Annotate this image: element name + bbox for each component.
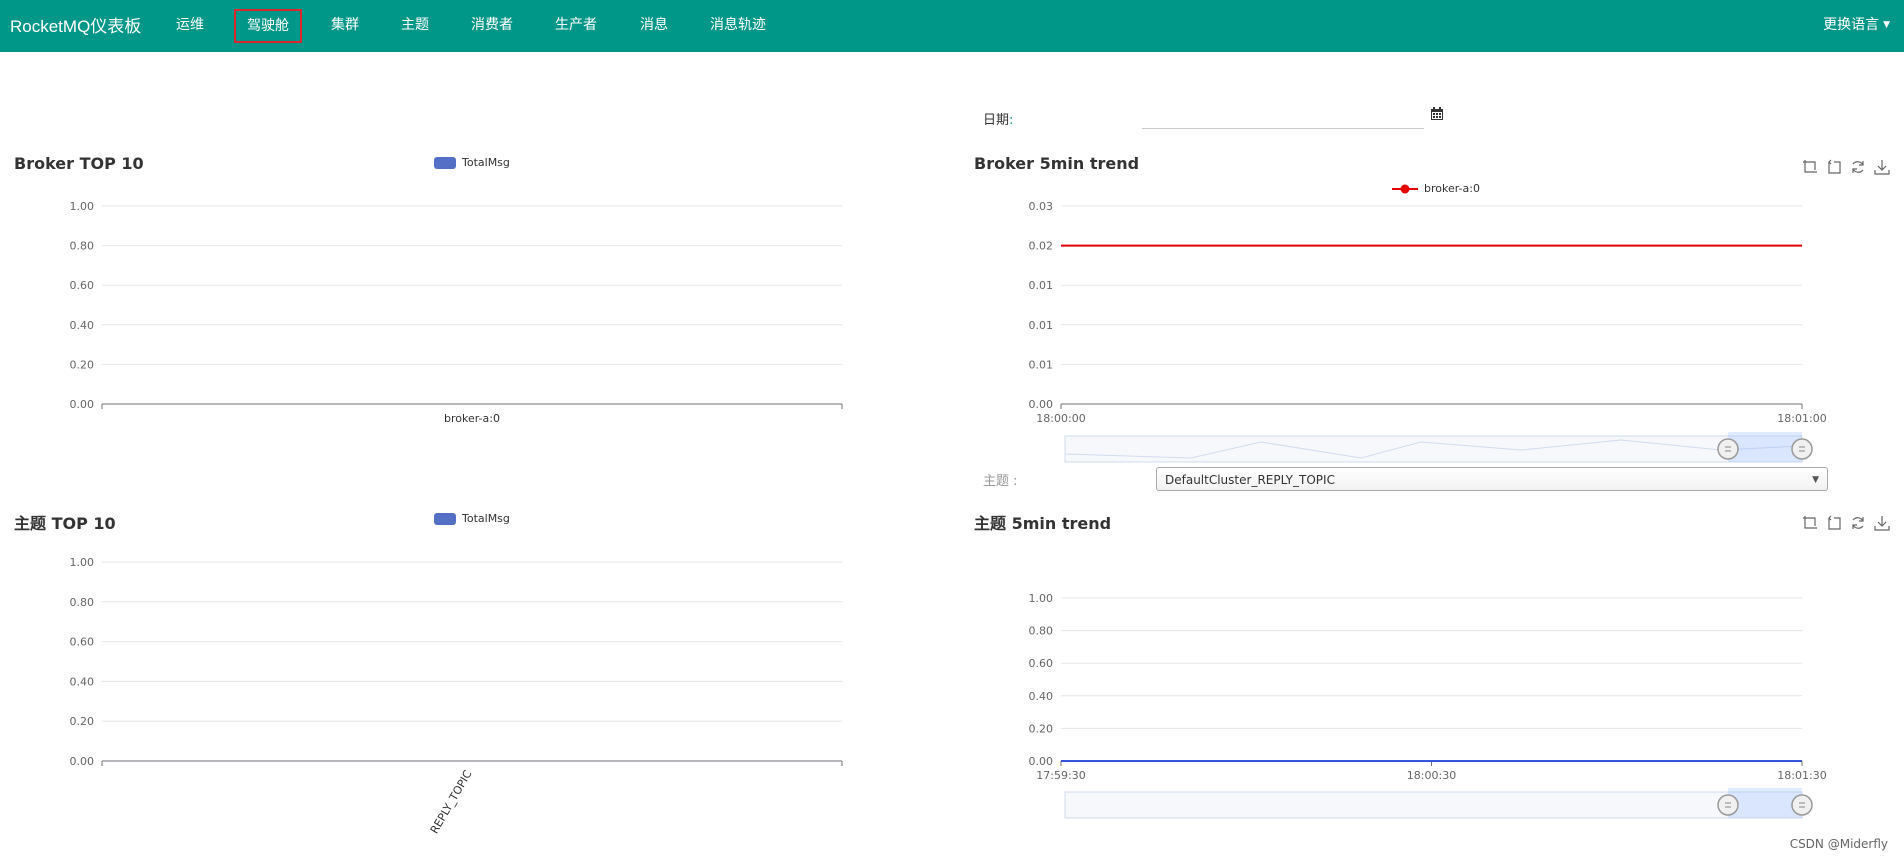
broker-top10-y-tick-label: 0.40	[70, 319, 95, 332]
topic-top10-y-tick-label: 0.60	[70, 636, 95, 649]
topic-top10-y-tick-label: 0.80	[70, 596, 95, 609]
watermark: CSDN @Miderfly	[1789, 837, 1888, 851]
topic-trend-y-tick-label: 0.20	[1029, 722, 1054, 735]
nav-item-ops[interactable]: 运维	[176, 14, 204, 36]
topic-trend-y-tick-label: 0.40	[1029, 690, 1054, 703]
date-label: 日期:	[983, 109, 1013, 128]
language-dropdown[interactable]: 更换语言 ▼	[1823, 14, 1890, 34]
topic-select-value: DefaultCluster_REPLY_TOPIC	[1165, 473, 1335, 487]
save-image-icon[interactable]	[1874, 515, 1890, 531]
x-tick-label: 18:00:00	[1036, 412, 1085, 425]
datazoom-handle-icon	[1791, 438, 1813, 460]
topic-select[interactable]: DefaultCluster_REPLY_TOPIC ▼	[1156, 467, 1828, 491]
chevron-down-icon: ▼	[1812, 475, 1819, 485]
legend-label: TotalMsg	[462, 512, 510, 525]
topic-top10-y-tick-label: 0.20	[70, 715, 95, 728]
topic-trend-chart: 0.00 0.20 0.40 0.60 0.80 1.00 17:59:30 18:00:30…	[1029, 592, 1827, 819]
topic-top10-y-tick-label: 0.00	[70, 755, 95, 768]
broker-trend-y-tick-label: 0.01	[1029, 358, 1054, 371]
topic-label-text: 主题	[983, 474, 1010, 489]
broker-trend-title: Broker 5min trend	[974, 154, 1140, 173]
legend-label: TotalMsg	[462, 156, 510, 169]
topic-top10-y-tick-label: 0.40	[70, 675, 95, 688]
topic-top10-legend[interactable]: TotalMsg	[434, 512, 510, 525]
language-label: 更换语言	[1823, 17, 1880, 33]
topic-top10-title: 主题 TOP 10	[14, 514, 116, 533]
zoom-reset-icon[interactable]	[1826, 515, 1842, 531]
date-label-colon: :	[1009, 113, 1014, 128]
datazoom-handle-icon	[1717, 794, 1739, 816]
broker-trend-chart: 0.00 0.01 0.01 0.01 0.02 0.03 18:00:00 18:01:00	[1029, 200, 1827, 463]
topic-trend-y-tick-label: 1.00	[1029, 592, 1054, 605]
legend-swatch	[434, 156, 456, 169]
broker-top10-y-tick-label: 1.00	[70, 200, 95, 213]
brand-title[interactable]: RocketMQ仪表板	[10, 12, 141, 37]
restore-icon[interactable]	[1850, 159, 1866, 175]
x-tick-label: 18:01:00	[1777, 412, 1826, 425]
broker-top10-legend[interactable]: TotalMsg	[434, 156, 510, 169]
topic-trend-title: 主题 5min trend	[974, 514, 1112, 533]
nav-item-topic[interactable]: 主题	[401, 14, 429, 36]
broker-trend-y-tick-label: 0.03	[1029, 200, 1054, 213]
topic-trend-y-tick-label: 0.60	[1029, 657, 1054, 670]
datazoom-track	[1064, 435, 1803, 463]
topic-trend-y-tick-label: 0.00	[1029, 755, 1054, 768]
x-tick-label: 17:59:30	[1036, 769, 1085, 782]
top-navbar: RocketMQ仪表板 运维 驾驶舱 集群 主题 消费者 生产者 消息 消息轨迹…	[0, 0, 1904, 52]
broker-trend-y-tick-label: 0.00	[1029, 398, 1054, 411]
broker-top10-y-tick-label: 0.20	[70, 358, 95, 371]
date-label-text: 日期	[983, 113, 1010, 128]
broker-trend-y-tick-label: 0.01	[1029, 279, 1054, 292]
nav-item-message[interactable]: 消息	[640, 14, 668, 36]
broker-top10-y-tick-label: 0.80	[70, 240, 95, 253]
broker-top10-y-tick-label: 0.00	[70, 398, 95, 411]
topic-label-colon: :	[1013, 474, 1018, 489]
topic-top10-y-tick-label: 1.00	[70, 556, 95, 569]
date-input[interactable]	[1142, 104, 1424, 129]
x-tick-label: 18:01:30	[1777, 769, 1826, 782]
calendar-icon[interactable]	[1430, 107, 1444, 121]
x-tick-label: 18:00:30	[1407, 769, 1456, 782]
broker-top10-y-tick-label: 0.60	[70, 279, 95, 292]
nav-item-message-trace[interactable]: 消息轨迹	[710, 14, 766, 36]
broker-trend-y-tick-label: 0.02	[1029, 240, 1054, 253]
caret-down-icon: ▼	[1883, 20, 1890, 30]
nav-item-producer[interactable]: 生产者	[555, 14, 597, 36]
topic-top10-chart: 0.00 0.20 0.40 0.60 0.80 1.00 REPLY_TOPIC	[70, 556, 843, 836]
zoom-icon[interactable]	[1802, 159, 1818, 175]
zoom-reset-icon[interactable]	[1826, 159, 1842, 175]
datazoom-track	[1064, 791, 1803, 819]
x-category-label: broker-a:0	[444, 412, 500, 425]
topic-trend-y-tick-label: 0.80	[1029, 625, 1054, 638]
topic-filter-label: 主题 :	[983, 470, 1018, 489]
broker-top10-title: Broker TOP 10	[14, 154, 144, 173]
nav-item-dashboard[interactable]: 驾驶舱	[234, 9, 302, 43]
nav-item-consumer[interactable]: 消费者	[471, 14, 513, 36]
datazoom-handle-icon	[1791, 794, 1813, 816]
broker-trend-y-tick-label: 0.01	[1029, 319, 1054, 332]
restore-icon[interactable]	[1850, 515, 1866, 531]
broker-top10-chart: 0.00 0.20 0.40 0.60 0.80 1.00 broker-a:0	[70, 200, 843, 425]
datazoom-selected-range	[1728, 432, 1802, 462]
legend-swatch	[434, 512, 456, 525]
nav-item-cluster[interactable]: 集群	[331, 14, 359, 36]
save-image-icon[interactable]	[1874, 159, 1890, 175]
x-category-label: REPLY_TOPIC	[428, 768, 475, 836]
datazoom-selected-range	[1728, 788, 1802, 818]
datazoom-handle-icon	[1717, 438, 1739, 460]
zoom-icon[interactable]	[1802, 515, 1818, 531]
